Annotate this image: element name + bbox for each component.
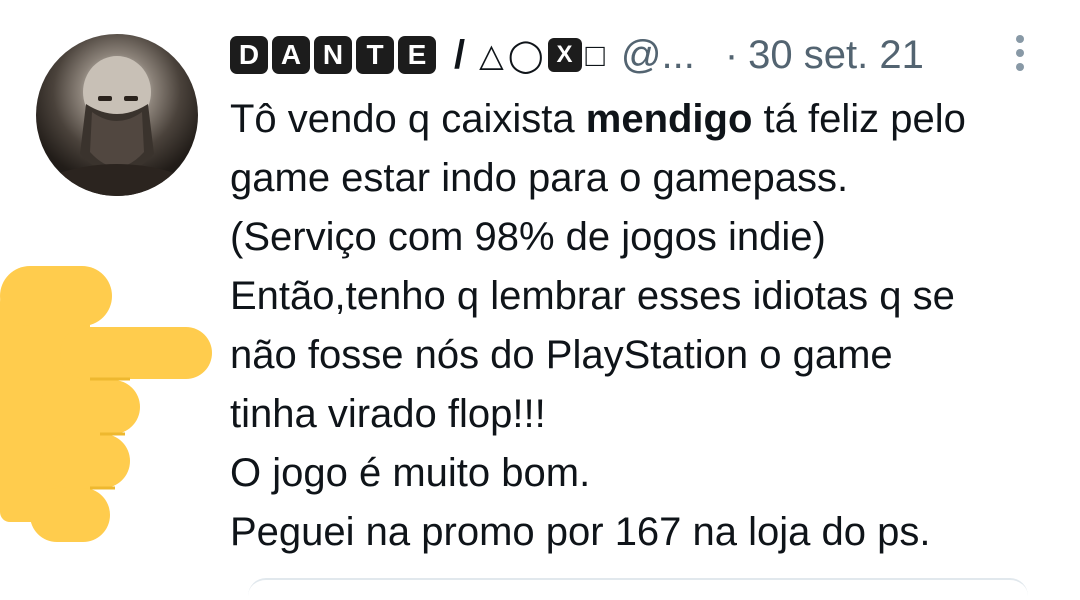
tweet-line: não fosse nós do PlayStation o game [230,333,893,377]
tweet-line: tinha virado flop!!! [230,392,546,436]
triangle-icon: △ [479,37,504,73]
tweet-line: Tô vendo q caixista mendigo tá feliz pel… [230,97,966,141]
tweet-line: (Serviço com 98% de jogos indie) [230,215,826,259]
tweet-text: Tô vendo q caixista mendigo tá feliz pel… [230,90,1060,562]
name-letter: D [230,36,268,74]
name-letter: N [314,36,352,74]
tweet-line: game estar indo para o gamepass. [230,156,849,200]
name-letter: T [356,36,394,74]
name-separator: / [454,32,466,77]
square-icon: □ [585,36,605,73]
embedded-card-edge [248,578,1028,600]
tweet-header: D A N T E / △ ◯ X □ @... · 30 set. 21 [230,30,924,80]
name-letter: E [398,36,436,74]
tweet-line: Então,tenho q lembrar esses idiotas q se [230,274,955,318]
avatar-image [36,56,198,196]
name-letter: A [272,36,310,74]
user-handle[interactable]: @... [621,33,695,78]
more-options-icon[interactable] [1012,35,1028,75]
meta-separator: · [724,32,739,77]
tweet-date[interactable]: 30 set. 21 [748,33,924,78]
circle-icon: ◯ [507,37,544,73]
display-name[interactable]: D A N T E [230,36,436,74]
playstation-symbols: △ ◯ X □ [479,36,605,74]
tweet-line: O jogo é muito bom. [230,451,591,495]
bold-word: mendigo [585,97,753,141]
pointing-right-hand-emoji [0,262,215,587]
cross-icon: X [547,38,582,72]
tweet-line: Peguei na promo por 167 na loja do ps. [230,510,931,554]
profile-avatar[interactable] [36,34,198,196]
